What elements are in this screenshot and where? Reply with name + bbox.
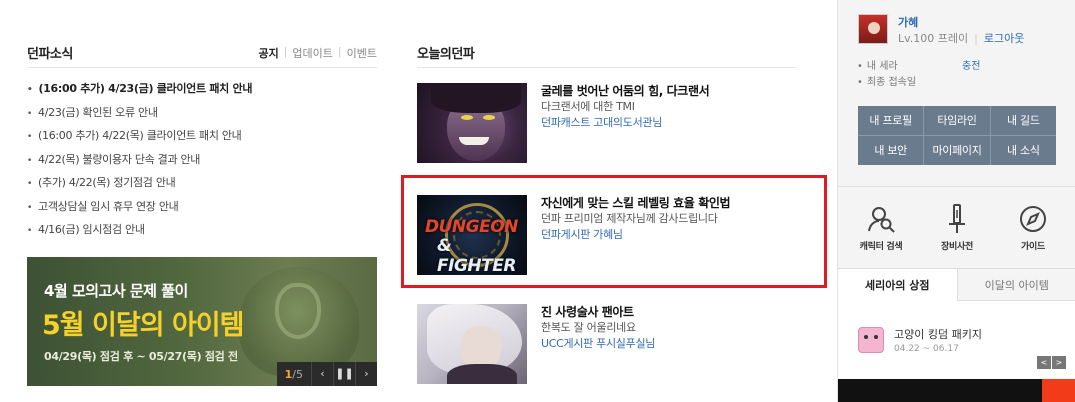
event-banner[interactable]: 4월 모의고사 문제 풀이 5월 이달의 아이템 04/29(목) 점검 후 ~…: [27, 257, 377, 386]
tool-label: 가이드: [1021, 242, 1045, 252]
banner-next-button[interactable]: ›: [355, 362, 377, 386]
news-item[interactable]: (추가) 4/22(목) 정기점검 안내: [27, 172, 377, 196]
shop-tabs: 세리아의 상점 이달의 아이템: [838, 268, 1075, 301]
news-tabs: 공지 | 업데이트 | 이벤트: [258, 45, 377, 61]
banner-subtitle: 4월 모의고사 문제 풀이: [44, 282, 188, 300]
banner-art-ring: [275, 283, 321, 339]
my-security-button[interactable]: 내 보안: [858, 136, 924, 165]
shop-panel: 고양이 킹덤 패키지 04.22 ~ 06.17 < >: [838, 301, 1075, 379]
timeline-button[interactable]: 타임라인: [924, 106, 990, 135]
news-item[interactable]: 4/23(금) 확인된 오류 안내: [27, 102, 377, 126]
user-level-row: Lv.100 프레이 | 로그아웃: [898, 30, 1024, 46]
tool-links: 캐릭터 검색 장비사전 가이드: [838, 186, 1075, 268]
news-header: 던파소식 공지 | 업데이트 | 이벤트: [27, 38, 377, 68]
last-login-label: 최종 접속일: [866, 77, 917, 88]
today-item-text: 진 사령술사 팬아트 한복도 잘 어울리네요 UCC게시판 푸시실푸실님: [541, 304, 655, 352]
shop-nav: < >: [1037, 356, 1066, 369]
banner-prev-button[interactable]: ‹: [311, 362, 333, 386]
banner-pause-button[interactable]: ❚❚: [333, 362, 355, 386]
sidebar: 가혜 Lv.100 프레이 | 로그아웃 내 세라 충전 최종 접속일 내 프로필 …: [837, 0, 1075, 402]
today-item-title[interactable]: 굴레를 벗어난 어둠의 힘, 다크랜서: [541, 83, 710, 99]
last-login-row: 최종 접속일: [857, 73, 916, 88]
news-item[interactable]: (16:00 추가) 4/22(목) 클라이언트 패치 안내: [27, 125, 377, 149]
today-title: 오늘의던파: [417, 47, 475, 62]
thumb-hair: [431, 83, 521, 113]
thumb-eye: [461, 115, 473, 120]
news-item[interactable]: 4/16(금) 임시점검 안내: [27, 219, 377, 243]
tab-separator: |: [337, 44, 342, 58]
shop-item-name[interactable]: 고양이 킹덤 패키지: [894, 326, 982, 342]
equipment-dictionary-link[interactable]: 장비사전: [922, 201, 992, 252]
today-item-author[interactable]: UCC게시판 푸시실푸실님: [541, 336, 655, 352]
today-header: 오늘의던파: [417, 38, 797, 68]
tab-event[interactable]: 이벤트: [347, 45, 377, 61]
highlight-box: [401, 175, 827, 288]
banner-title: 5월 이달의 아이템: [42, 310, 244, 341]
necromancer-fanart-thumbnail[interactable]: [417, 304, 527, 384]
cat-package-icon[interactable]: [858, 327, 884, 353]
character-search-icon: [846, 201, 916, 237]
bottom-accent: [1042, 379, 1075, 402]
tab-update[interactable]: 업데이트: [292, 45, 332, 61]
today-section: 오늘의던파 굴레를 벗어난 어둠의 힘, 다크랜서 다크랜서에 대한 TMI 던…: [417, 38, 797, 384]
separator: |: [974, 32, 978, 45]
today-item-text: 굴레를 벗어난 어둠의 힘, 다크랜서 다크랜서에 대한 TMI 던파캐스트 고…: [541, 83, 710, 131]
tool-label: 캐릭터 검색: [859, 242, 903, 252]
news-item[interactable]: 4/22(목) 불량이용자 단속 결과 안내: [27, 149, 377, 173]
shop-prev-button[interactable]: <: [1037, 356, 1051, 369]
sword-icon: [922, 201, 992, 237]
today-item[interactable]: 굴레를 벗어난 어둠의 힘, 다크랜서 다크랜서에 대한 TMI 던파캐스트 고…: [417, 83, 817, 165]
my-profile-button[interactable]: 내 프로필: [858, 106, 924, 135]
news-item[interactable]: (16:00 추가) 4/23(금) 클라이언트 패치 안내: [27, 78, 377, 102]
tool-label: 장비사전: [941, 242, 973, 252]
tab-seria-shop[interactable]: 세리아의 상점: [838, 268, 957, 301]
banner-controls: 1/5 ‹ ❚❚ ›: [276, 362, 377, 386]
compass-icon: [998, 201, 1068, 237]
bottom-bar: [838, 379, 1075, 402]
avatar[interactable]: [858, 14, 888, 44]
user-level: Lv.100 프레이: [898, 32, 969, 45]
thumb-eye: [483, 115, 495, 120]
charge-link[interactable]: 충전: [962, 57, 980, 72]
tab-monthly-item[interactable]: 이달의 아이템: [956, 268, 1075, 301]
my-page-button[interactable]: 마이페이지: [924, 136, 990, 165]
seria-label: 내 세라: [866, 61, 898, 72]
today-item-desc: 다크랜서에 대한 TMI: [541, 100, 635, 113]
tab-separator: |: [283, 44, 288, 58]
seria-row: 내 세라: [857, 57, 898, 72]
my-guild-button[interactable]: 내 길드: [990, 106, 1056, 135]
banner-period: 04/29(목) 점검 후 ~ 05/27(목) 점검 전: [44, 350, 238, 363]
tab-notice[interactable]: 공지: [258, 45, 278, 61]
my-news-button[interactable]: 내 소식: [990, 136, 1056, 165]
shop-item-date: 04.22 ~ 06.17: [894, 344, 959, 354]
my-menu: 내 프로필 타임라인 내 길드 내 보안 마이페이지 내 소식: [858, 106, 1056, 165]
shop-next-button[interactable]: >: [1052, 356, 1066, 369]
news-list: (16:00 추가) 4/23(금) 클라이언트 패치 안내 4/23(금) 확…: [27, 78, 377, 243]
dark-lancer-thumbnail[interactable]: [417, 83, 527, 163]
logout-link[interactable]: 로그아웃: [984, 32, 1024, 45]
today-item-author[interactable]: 던파캐스트 고대의도서관님: [541, 115, 709, 131]
page: 던파소식 공지 | 업데이트 | 이벤트 (16:00 추가) 4/23(금) …: [0, 0, 1075, 402]
news-title: 던파소식: [27, 47, 73, 62]
character-search-link[interactable]: 캐릭터 검색: [846, 201, 916, 252]
guide-link[interactable]: 가이드: [998, 201, 1068, 252]
user-name[interactable]: 가혜: [898, 14, 918, 30]
news-item[interactable]: 고객상담실 임시 휴무 연장 안내: [27, 196, 377, 220]
today-item-title[interactable]: 진 사령술사 팬아트: [541, 304, 655, 320]
thumb-mouth: [459, 137, 489, 145]
banner-pager: 1/5: [277, 368, 311, 381]
thumb-cloth: [447, 364, 517, 384]
news-section: 던파소식 공지 | 업데이트 | 이벤트 (16:00 추가) 4/23(금) …: [27, 38, 377, 243]
banner-page-total: /5: [292, 367, 303, 381]
today-item-desc: 한복도 잘 어울리네요: [541, 321, 636, 334]
today-item[interactable]: 진 사령술사 팬아트 한복도 잘 어울리네요 UCC게시판 푸시실푸실님: [417, 304, 817, 386]
